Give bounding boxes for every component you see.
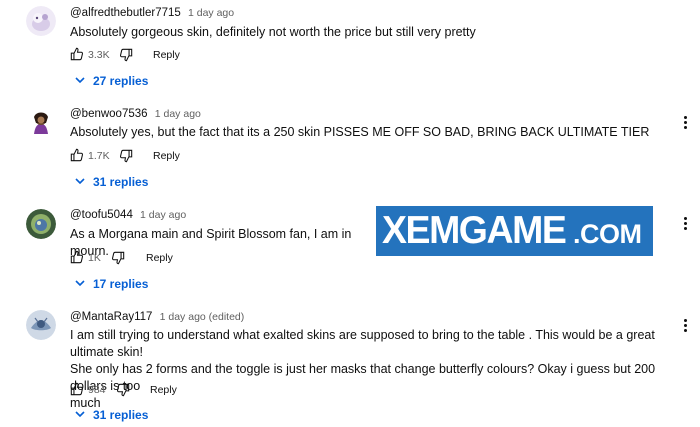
comment-header: @MantaRay117 1 day ago (edited) xyxy=(70,311,244,323)
comment-menu-icon[interactable] xyxy=(683,116,689,132)
comment-text-line: I am still trying to understand what exa… xyxy=(70,328,655,359)
thumbs-down-icon[interactable] xyxy=(116,383,130,397)
chevron-down-icon xyxy=(75,280,85,287)
thumbs-down-icon[interactable] xyxy=(119,48,133,62)
thumbs-up-icon[interactable] xyxy=(70,47,84,61)
like-count: 1K xyxy=(88,252,101,264)
comment-author[interactable]: @toofu5044 xyxy=(70,209,133,221)
chevron-down-icon xyxy=(75,411,85,418)
chevron-down-icon xyxy=(75,178,85,185)
reply-button[interactable]: Reply xyxy=(146,252,173,264)
comment-time[interactable]: 1 day ago xyxy=(155,108,201,120)
comment-author[interactable]: @alfredthebutler7715 xyxy=(70,7,181,19)
comment-author[interactable]: @MantaRay117 xyxy=(70,311,152,323)
watermark-suffix: .COM xyxy=(573,219,642,249)
like-count: 3.3K xyxy=(88,49,110,61)
reply-button[interactable]: Reply xyxy=(153,49,180,61)
replies-count: 17 replies xyxy=(93,277,149,291)
comment-actions: 3.3K Reply xyxy=(70,47,270,65)
comment-actions: 1.7K Reply xyxy=(70,148,270,166)
avatar[interactable] xyxy=(26,6,56,36)
replies-count: 31 replies xyxy=(93,175,149,189)
chevron-down-icon xyxy=(75,77,85,84)
reply-button[interactable]: Reply xyxy=(150,384,177,396)
comment-author[interactable]: @benwoo7536 xyxy=(70,108,148,120)
comment-actions: 984 Reply xyxy=(70,382,270,400)
reply-button[interactable]: Reply xyxy=(153,150,180,162)
comment-time[interactable]: 1 day ago xyxy=(140,209,186,221)
avatar[interactable] xyxy=(26,108,56,138)
comment-time[interactable]: 1 day ago (edited) xyxy=(160,311,245,323)
thumbs-up-icon[interactable] xyxy=(70,250,84,264)
like-count: 984 xyxy=(88,384,106,396)
comment-text: Absolutely gorgeous skin, definitely not… xyxy=(70,25,476,39)
avatar[interactable] xyxy=(26,310,56,340)
comment-header: @alfredthebutler7715 1 day ago xyxy=(70,7,234,19)
like-count: 1.7K xyxy=(88,150,110,162)
comment-header: @toofu5044 1 day ago xyxy=(70,209,186,221)
comment-time[interactable]: 1 day ago xyxy=(188,7,234,19)
thumbs-down-icon[interactable] xyxy=(111,251,125,265)
comment-menu-icon[interactable] xyxy=(683,319,689,335)
watermark-main: XEMGAME xyxy=(382,209,567,252)
comment-header: @benwoo7536 1 day ago xyxy=(70,108,201,120)
thumbs-up-icon[interactable] xyxy=(70,382,84,396)
replies-count: 27 replies xyxy=(93,74,149,88)
watermark-banner: XEMGAME .COM xyxy=(376,206,653,256)
thumbs-up-icon[interactable] xyxy=(70,148,84,162)
comment-text: Absolutely yes, but the fact that its a … xyxy=(70,125,650,139)
thumbs-down-icon[interactable] xyxy=(119,149,133,163)
comment-actions: 1K Reply xyxy=(70,250,270,268)
avatar[interactable] xyxy=(26,209,56,239)
replies-count: 31 replies xyxy=(93,408,149,422)
comment-menu-icon[interactable] xyxy=(683,217,689,233)
